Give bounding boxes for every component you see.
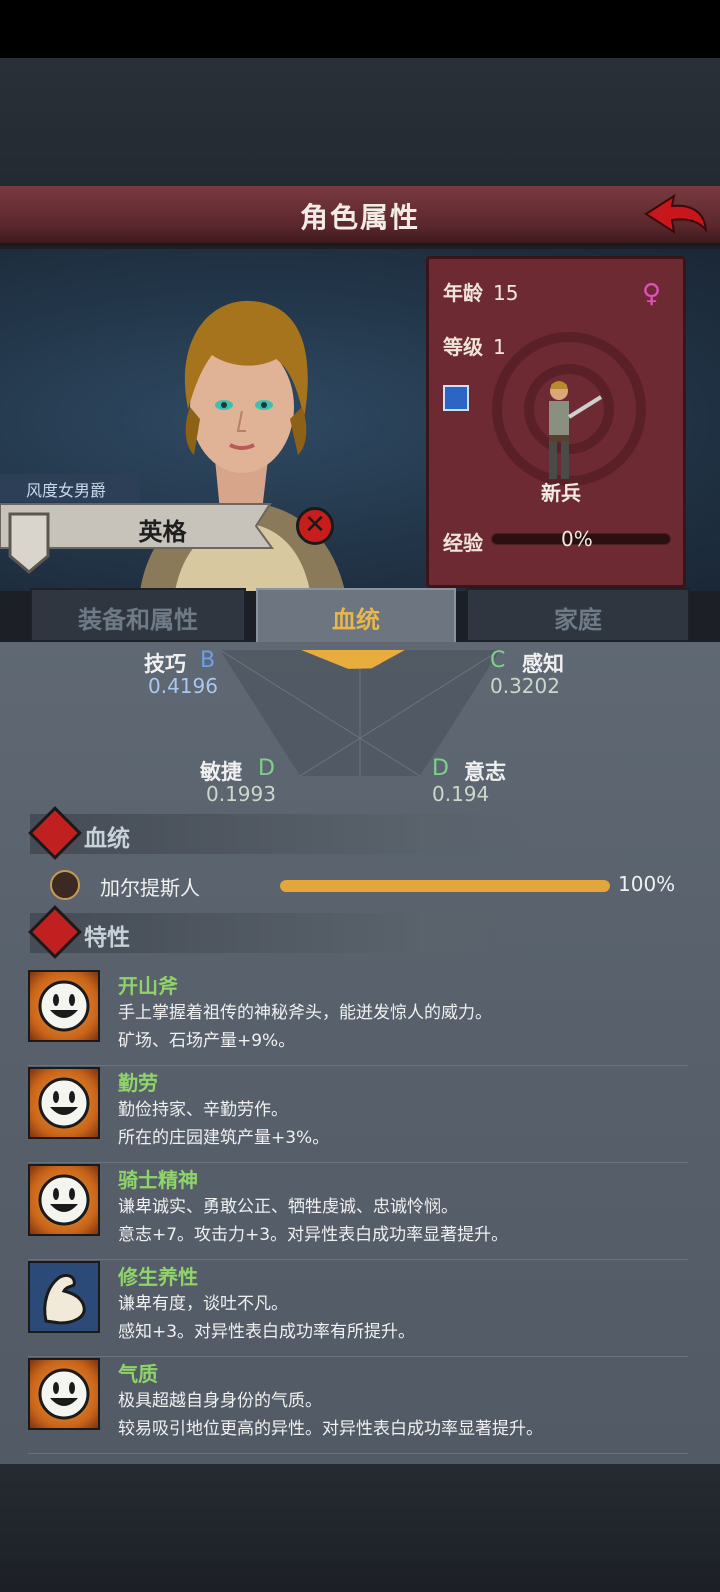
trait-description: 谦卑有度，谈吐不凡。 [118,1294,288,1314]
smiley-icon [28,1358,100,1430]
trait-description: 谦卑诚实、勇敢公正、牺牲虔诚、忠诚怜悯。 [118,1197,458,1217]
shield-icon [8,512,50,574]
trait-description: 意志+7。攻击力+3。对异性表白成功率显著提升。 [118,1225,509,1245]
exp-label: 经验 [443,531,483,555]
smiley-icon [28,970,100,1042]
trait-description: 手上掌握着祖传的神秘斧头，能迸发惊人的威力。 [118,1003,492,1023]
unit-type: 新兵 [541,481,581,505]
race-name: 加尔提斯人 [100,876,200,900]
race-crest-icon [50,870,80,900]
trait-name: 修生养性 [118,1265,198,1289]
attr-skill-grade: B [200,648,216,673]
trait-description: 矿场、石场产量+9%。 [118,1031,296,1051]
trait-description: 勤俭持家、辛勤劳作。 [118,1100,288,1120]
tab-bar: 装备和属性 血统 家庭 [30,588,690,642]
tab-equipment[interactable]: 装备和属性 [30,588,246,642]
trait-description: 极具超越自身身份的气质。 [118,1391,322,1411]
age-label: 年龄 [443,281,483,305]
race-percent: 100% [618,872,676,896]
top-backdrop [0,58,720,186]
info-panel: 年龄 15 ♀ 等级 1 新兵 经验 0% [426,256,686,588]
smiley-icon [28,1067,100,1139]
attr-perception-grade: C [490,648,506,673]
female-icon: ♀ [641,279,661,309]
age-row: 年龄 15 [443,277,518,306]
traits-section-header: 特性 [28,905,530,959]
trait-item[interactable]: 勤劳勤俭持家、辛勤劳作。所在的庄园建筑产量+3%。 [28,1067,688,1163]
page-header: 角色属性 [0,186,720,246]
attr-agility-value: 0.1993 [206,782,276,806]
traits-section-title: 特性 [84,925,130,951]
blood-drop-icon [28,806,82,860]
trait-description: 所在的庄园建筑产量+3%。 [118,1128,330,1148]
level-label: 等级 [443,335,483,359]
trait-name: 骑士精神 [118,1168,198,1192]
tab-family[interactable]: 家庭 [466,588,690,642]
trait-description: 较易吸引地位更高的异性。对异性表白成功率显著提升。 [118,1419,543,1439]
status-bar [0,0,720,58]
exp-value: 0% [561,527,593,551]
trait-item[interactable]: 开山斧手上掌握着祖传的神秘斧头，能迸发惊人的威力。 矿场、石场产量+9%。 [28,970,688,1066]
character-name[interactable]: 英格 [100,512,225,547]
attr-agility-grade: D [258,756,275,781]
trait-item[interactable]: 修生养性谦卑有度，谈吐不凡。感知+3。对异性表白成功率有所提升。 [28,1261,688,1357]
race-bar [280,880,610,892]
back-arrow-icon[interactable] [640,190,710,242]
trait-name: 勤劳 [118,1071,158,1095]
attr-perception-value: 0.3202 [490,674,560,698]
bottom-backdrop [0,1464,720,1592]
trait-name: 气质 [118,1362,158,1386]
age-value: 15 [493,281,519,305]
dismiss-button[interactable]: ✕ [296,507,334,545]
sword-icon[interactable] [443,385,469,411]
trait-description: 感知+3。对异性表白成功率有所提升。 [118,1322,416,1342]
trait-name: 开山斧 [118,974,178,998]
page-title: 角色属性 [299,201,420,234]
character-title: 风度女男爵 [0,474,140,502]
trait-item[interactable]: 气质极具超越自身身份的气质。较易吸引地位更高的异性。对异性表白成功率显著提升。 [28,1358,688,1454]
attr-will-value: 0.194 [432,782,490,806]
bloodline-section-header: 血统 [28,806,530,860]
attr-skill-value: 0.4196 [148,674,218,698]
smiley-icon [28,1164,100,1236]
flame-icon [28,905,82,959]
race-bar-fill [280,880,610,892]
tab-bloodline[interactable]: 血统 [256,588,456,642]
attr-will-grade: D [432,756,449,781]
bloodline-row: 加尔提斯人 100% [50,870,690,900]
bloodline-section-title: 血统 [84,826,130,852]
trait-item[interactable]: 骑士精神谦卑诚实、勇敢公正、牺牲虔诚、忠诚怜悯。意志+7。攻击力+3。对异性表白… [28,1164,688,1260]
flexed-arm-icon [28,1261,100,1333]
